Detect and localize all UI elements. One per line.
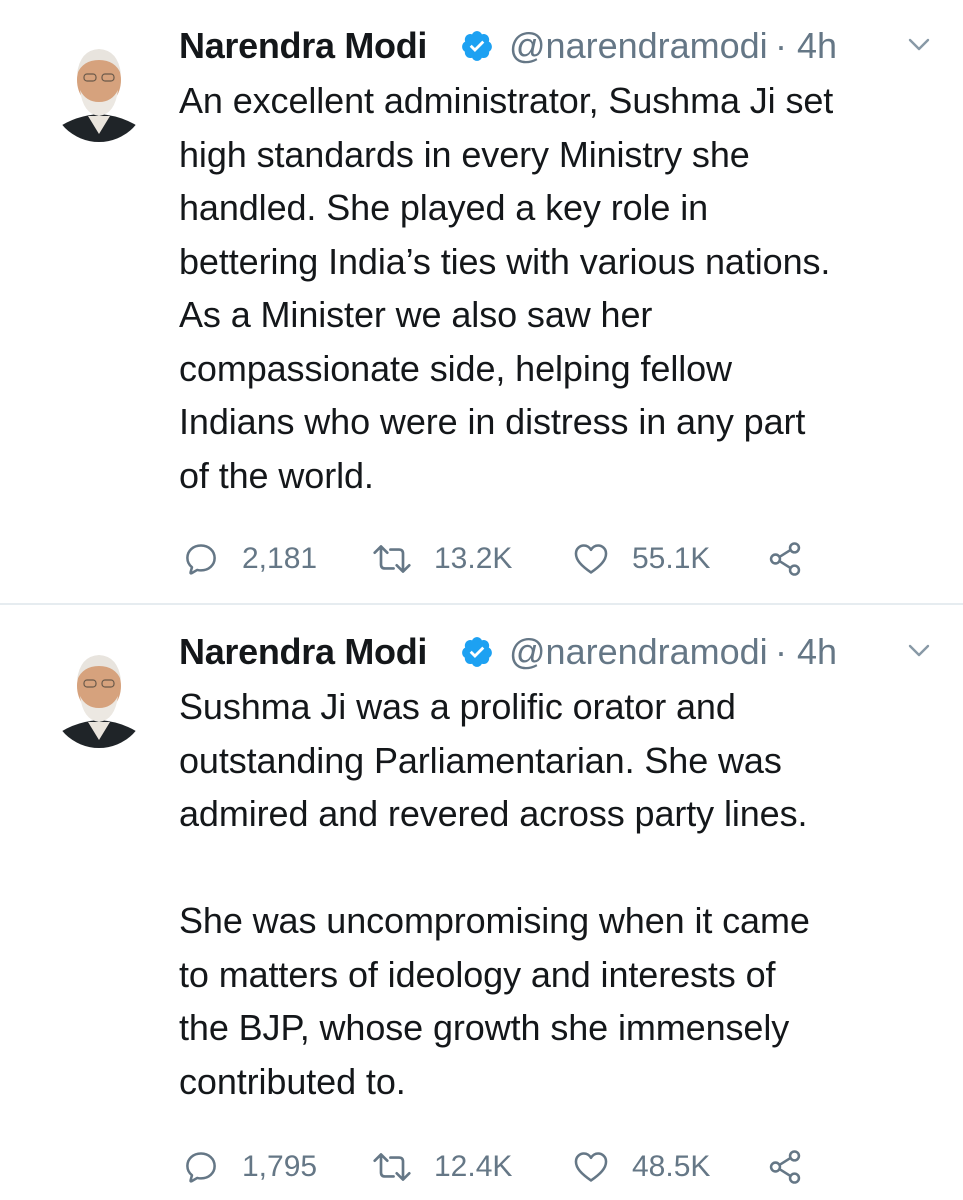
retweet-button[interactable]: 12.4K: [370, 1144, 520, 1188]
tweet[interactable]: Narendra Modi @narendramodi · 4h Sushma …: [0, 606, 963, 1200]
avatar[interactable]: [50, 640, 148, 760]
reply-icon: [186, 1152, 216, 1183]
tweet-paragraph: An excellent administrator, Sushma Ji se…: [179, 80, 834, 496]
chevron-down-icon[interactable]: [907, 36, 931, 54]
tweet-timestamp[interactable]: 4h: [797, 24, 837, 68]
reply-count: 1,795: [242, 1150, 318, 1183]
avatar[interactable]: [50, 34, 148, 154]
chevron-down-icon[interactable]: [907, 642, 931, 660]
share-icon: [769, 542, 801, 576]
tweet-feed: Narendra Modi @narendramodi · 4h An exce…: [0, 0, 963, 1200]
retweet-count: 12.4K: [434, 1150, 513, 1183]
retweet-button[interactable]: 13.2K: [370, 536, 520, 580]
tweet-text: An excellent administrator, Sushma Ji se…: [179, 74, 949, 502]
like-button[interactable]: 48.5K: [572, 1144, 712, 1188]
tweet-header: Narendra Modi @narendramodi · 4h: [179, 20, 939, 68]
separator-dot: ·: [775, 25, 787, 66]
author-handle[interactable]: @narendramodi: [509, 24, 768, 68]
reply-icon: [186, 544, 216, 575]
retweet-icon: [373, 1153, 411, 1181]
like-count: 55.1K: [632, 542, 711, 575]
author-handle[interactable]: @narendramodi: [509, 630, 768, 674]
reply-button[interactable]: 1,795: [182, 1144, 322, 1188]
retweet-count: 13.2K: [434, 542, 513, 575]
verified-badge-icon: [462, 31, 492, 61]
heart-icon: [574, 1152, 608, 1182]
verified-badge-icon: [462, 637, 492, 667]
tweet-paragraph: Sushma Ji was a prolific orator and outs…: [179, 686, 808, 834]
separator-dot: ·: [775, 631, 787, 672]
share-button[interactable]: [766, 1144, 806, 1188]
share-icon: [769, 1150, 801, 1184]
tweet-paragraph: She was uncompromising when it came to m…: [179, 900, 810, 1102]
tweet-text: Sushma Ji was a prolific orator and outs…: [179, 680, 949, 1108]
author-name[interactable]: Narendra Modi: [179, 24, 427, 68]
share-button[interactable]: [766, 536, 806, 580]
reply-button[interactable]: 2,181: [182, 536, 322, 580]
reply-count: 2,181: [242, 542, 318, 575]
author-name[interactable]: Narendra Modi: [179, 630, 427, 674]
tweet[interactable]: Narendra Modi @narendramodi · 4h An exce…: [0, 0, 963, 604]
tweet-timestamp[interactable]: 4h: [797, 630, 837, 674]
tweet-actions: 1,795 12.4K 48.5K: [182, 1144, 822, 1188]
retweet-icon: [373, 545, 411, 573]
like-button[interactable]: 55.1K: [572, 536, 712, 580]
tweet-divider: [0, 603, 963, 605]
tweet-actions: 2,181 13.2K 55.1K: [182, 536, 822, 580]
heart-icon: [574, 544, 608, 574]
like-count: 48.5K: [632, 1150, 711, 1183]
tweet-header: Narendra Modi @narendramodi · 4h: [179, 626, 939, 674]
